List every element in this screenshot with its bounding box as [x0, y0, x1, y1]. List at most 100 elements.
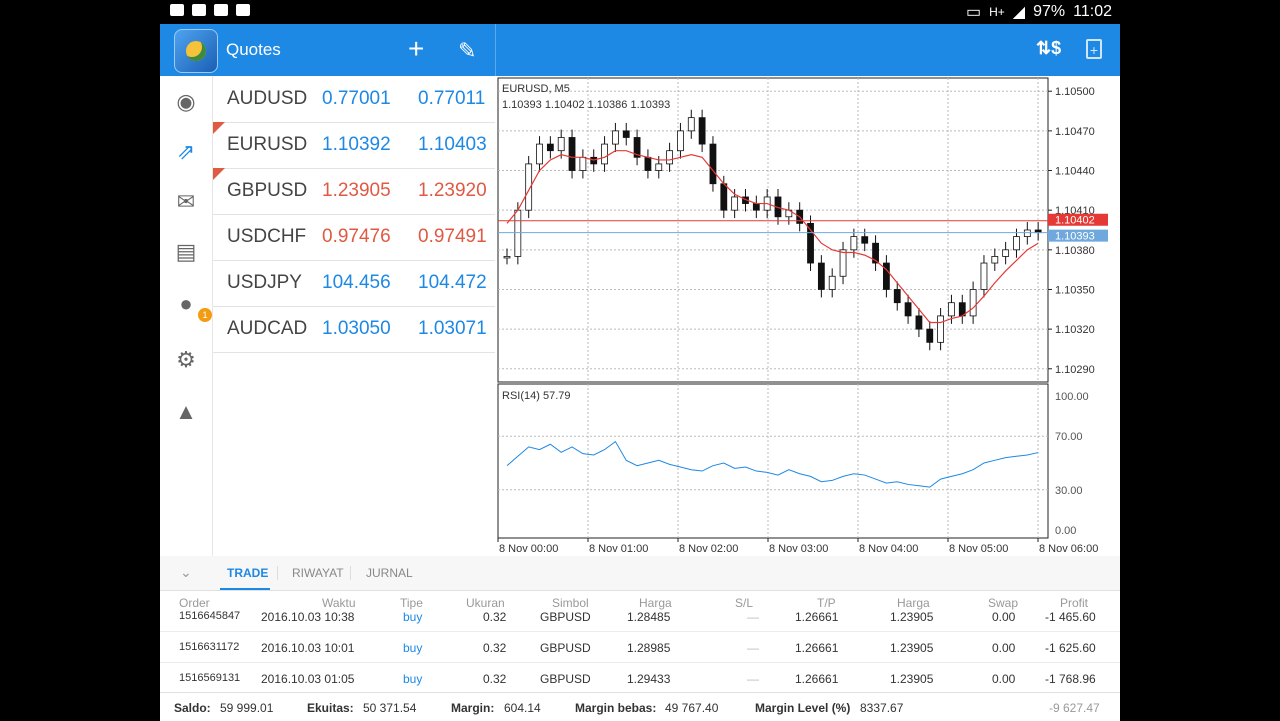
quote-row[interactable]: USDJPY 104.456 104.472 — [213, 260, 495, 307]
video-icon — [170, 4, 184, 16]
ask-price-label: 1.10402 — [1055, 215, 1095, 227]
quote-ask: 1.23920 — [418, 180, 487, 201]
candle-body — [969, 289, 977, 317]
cast-icon: ▭ — [965, 4, 982, 21]
table-cell: 1.26661 — [795, 641, 839, 655]
candle-body — [828, 275, 836, 290]
settings-gear-icon[interactable]: ⚙ — [172, 346, 200, 374]
candle-body — [677, 130, 684, 152]
price-chart[interactable]: 1.105001.104701.104401.104101.103801.103… — [495, 76, 1120, 556]
table-cell: buy — [403, 610, 423, 624]
candle-body — [850, 236, 858, 251]
candle-body — [893, 289, 901, 304]
chart-panel[interactable]: 1.10500 1.10470 1.10440 1.10410 1.10380 1.103… — [495, 76, 1120, 556]
community-icon[interactable]: ▲ — [172, 398, 200, 426]
column-header[interactable]: T/P — [817, 596, 836, 610]
quote-bid: 1.10392 — [322, 134, 391, 155]
column-header[interactable]: Ukuran — [466, 596, 505, 610]
column-header[interactable]: Waktu — [322, 596, 356, 610]
column-header[interactable]: Profit — [1060, 596, 1088, 610]
price-tick-label: 1.10320 — [1055, 324, 1095, 336]
column-header[interactable]: Swap — [988, 596, 1018, 610]
account-icon[interactable]: ◉ — [172, 88, 200, 116]
price-pane-frame — [497, 77, 1049, 383]
candle-body — [1002, 249, 1010, 257]
column-header[interactable]: Harga — [897, 596, 930, 610]
tab-trade[interactable]: TRADE — [227, 566, 268, 580]
row-divider — [160, 631, 1120, 632]
quote-ask: 0.77011 — [418, 88, 486, 109]
quote-ask: 1.10403 — [418, 134, 487, 155]
time-tick-label: 8 Nov 05:00 — [949, 543, 1008, 555]
quotes-list: AUDUSD 0.77001 0.77011 EURUSD 1.10392 1.10403… — [213, 76, 495, 556]
table-cell: 1516645847 — [179, 610, 241, 622]
rsi-tick-label: 70.00 — [1055, 431, 1083, 443]
time-tick-label: 8 Nov 04:00 — [859, 543, 918, 555]
quote-row[interactable]: AUDUSD 0.77001 0.77011 — [213, 76, 495, 123]
quote-symbol: GBPUSD — [227, 180, 308, 201]
edit-icon[interactable]: ✎ — [458, 38, 476, 64]
column-header[interactable]: Harga — [639, 596, 672, 610]
margin-bebas-value: 49 767.40 — [665, 701, 719, 715]
trade-dollar-icon[interactable]: ⇅$ — [1036, 38, 1061, 59]
table-cell: -1 465.60 — [1045, 610, 1096, 624]
table-cell: 0.32 — [483, 610, 507, 624]
column-header[interactable]: Simbol — [552, 596, 589, 610]
quote-row[interactable]: GBPUSD 1.23905 1.23920 — [213, 168, 495, 215]
quote-symbol: EURUSD — [227, 134, 308, 155]
candle-body — [1013, 236, 1020, 251]
table-cell: — — [747, 672, 759, 686]
chat-bubble-icon[interactable]: ● 1 — [172, 290, 212, 322]
quotes-arrows-icon[interactable]: ⇗ — [172, 138, 200, 166]
table-cell: 1.26661 — [795, 672, 839, 686]
table-cell: 0.32 — [483, 672, 507, 686]
chevron-down-icon[interactable]: ⌄ — [180, 564, 192, 581]
new-chart-icon[interactable]: + — [1086, 39, 1102, 59]
row-divider — [160, 662, 1120, 663]
column-header[interactable]: S/L — [735, 596, 753, 610]
quote-bid: 104.456 — [322, 272, 391, 293]
quote-ask: 104.472 — [418, 272, 487, 293]
tab-riwayat[interactable]: RIWAYAT — [292, 566, 344, 580]
signal-icon: ◢ — [1012, 4, 1026, 21]
quote-symbol: USDJPY — [227, 272, 302, 293]
quote-row[interactable]: EURUSD 1.10392 1.10403 — [213, 122, 495, 169]
candle-body — [904, 302, 912, 317]
candle-body — [720, 183, 728, 211]
tab-separator — [277, 566, 278, 580]
price-tick-label: 1.10500 — [1055, 86, 1095, 98]
time-tick-label: 8 Nov 03:00 — [769, 543, 828, 555]
bbm-icon — [192, 4, 206, 16]
quote-row[interactable]: AUDCAD 1.03050 1.03071 — [213, 306, 495, 353]
side-nav: ◉ ⇗ ✉ ▤ ● 1 ⚙ ▲ — [160, 76, 213, 556]
mail-icon[interactable]: ✉ — [172, 188, 200, 216]
quote-bid: 0.97476 — [322, 226, 391, 247]
quote-ask: 0.97491 — [418, 226, 487, 247]
table-cell: -1 768.96 — [1045, 672, 1096, 686]
chat-badge: 1 — [198, 308, 212, 322]
candle-body — [731, 196, 739, 211]
candle-body — [948, 302, 955, 317]
tab-jurnal[interactable]: JURNAL — [366, 566, 413, 580]
candle-body — [882, 262, 890, 290]
table-cell: 1516631172 — [179, 641, 240, 653]
price-tick-label: 1.10350 — [1055, 284, 1095, 296]
candle-body — [536, 143, 543, 165]
active-tab-indicator — [220, 588, 270, 590]
column-header[interactable]: Order — [179, 596, 210, 610]
candle-body — [514, 209, 522, 257]
page-title: Quotes — [226, 40, 281, 59]
table-cell: — — [747, 610, 759, 624]
metatrader-logo-icon[interactable] — [174, 29, 218, 73]
news-icon[interactable]: ▤ — [172, 238, 200, 266]
quote-row[interactable]: USDCHF 0.97476 0.97491 — [213, 214, 495, 261]
candle-body — [655, 163, 663, 171]
network-type: H+ — [989, 5, 1005, 19]
app-bar: Quotes + ✎ ⇅$ + — [160, 24, 1120, 76]
add-symbol-button[interactable]: + — [408, 35, 424, 63]
table-cell: 1.23905 — [890, 672, 934, 686]
candle-body — [687, 117, 695, 132]
column-header[interactable]: Tipe — [400, 596, 423, 610]
candle-body — [980, 262, 988, 290]
candle-body — [590, 156, 598, 165]
